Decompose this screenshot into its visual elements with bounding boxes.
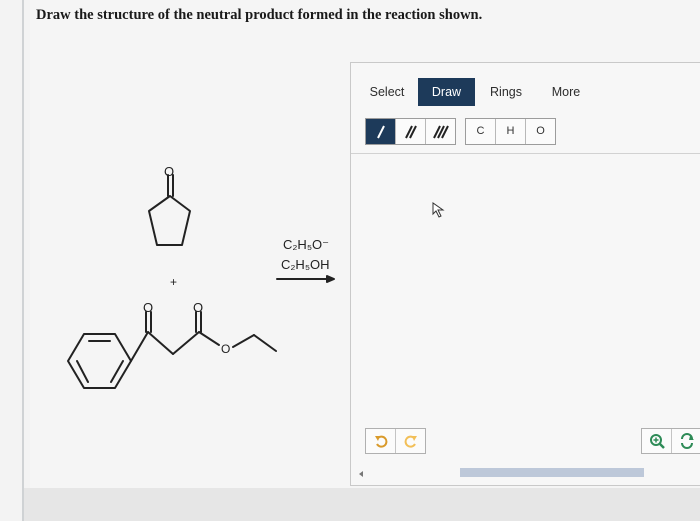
ketone-oxygen-label: O (164, 164, 174, 179)
ester-carbonyl-oxygen-label: O (193, 300, 203, 315)
undo-icon (374, 435, 387, 448)
horizontal-scrollbar-thumb[interactable] (460, 468, 644, 477)
redo-icon (404, 435, 417, 448)
redo-button[interactable] (396, 429, 425, 453)
ester-oxygen-label: O (221, 342, 230, 356)
scroll-left-arrow[interactable] (359, 471, 363, 477)
tab-draw[interactable]: Draw (418, 78, 475, 106)
cyclopentanone-structure (148, 174, 191, 246)
reaction-scheme: O O O O + C₂H₅O⁻ C₂H₅OH (67, 164, 335, 389)
ethyl-benzoylacetate-structure (67, 311, 277, 389)
reset-view-icon (680, 433, 694, 449)
toolbar-divider (351, 153, 700, 154)
bond-tool-group (365, 118, 456, 145)
zoom-group (641, 428, 700, 454)
zoom-in-icon (649, 434, 665, 449)
atom-tool-group: C H O (465, 118, 556, 145)
benzoyl-oxygen-label: O (143, 300, 153, 315)
single-bond-icon (376, 125, 385, 139)
single-bond-button[interactable] (366, 119, 396, 144)
reaction-arrow (276, 275, 335, 283)
reagent-ethanol: C₂H₅OH (281, 257, 330, 272)
tab-more[interactable]: More (543, 78, 589, 106)
triple-bond-button[interactable] (426, 119, 455, 144)
zoom-in-button[interactable] (642, 429, 672, 453)
double-bond-button[interactable] (396, 119, 426, 144)
tab-rings[interactable]: Rings (482, 78, 530, 106)
page: Draw the structure of the neutral produc… (0, 0, 700, 521)
double-bond-icon (404, 125, 417, 139)
triple-bond-icon (432, 125, 449, 139)
plus-sign: + (170, 275, 177, 289)
reagent-ethoxide: C₂H₅O⁻ (283, 237, 329, 252)
undo-button[interactable] (366, 429, 396, 453)
history-group (365, 428, 426, 454)
atom-carbon-button[interactable]: C (466, 119, 496, 144)
tab-select[interactable]: Select (362, 78, 412, 106)
reset-view-button[interactable] (672, 429, 700, 453)
structure-editor: Select Draw Rings More C H O (350, 62, 700, 486)
atom-hydrogen-button[interactable]: H (496, 119, 526, 144)
mouse-cursor-icon (432, 202, 445, 218)
atom-oxygen-button[interactable]: O (526, 119, 555, 144)
